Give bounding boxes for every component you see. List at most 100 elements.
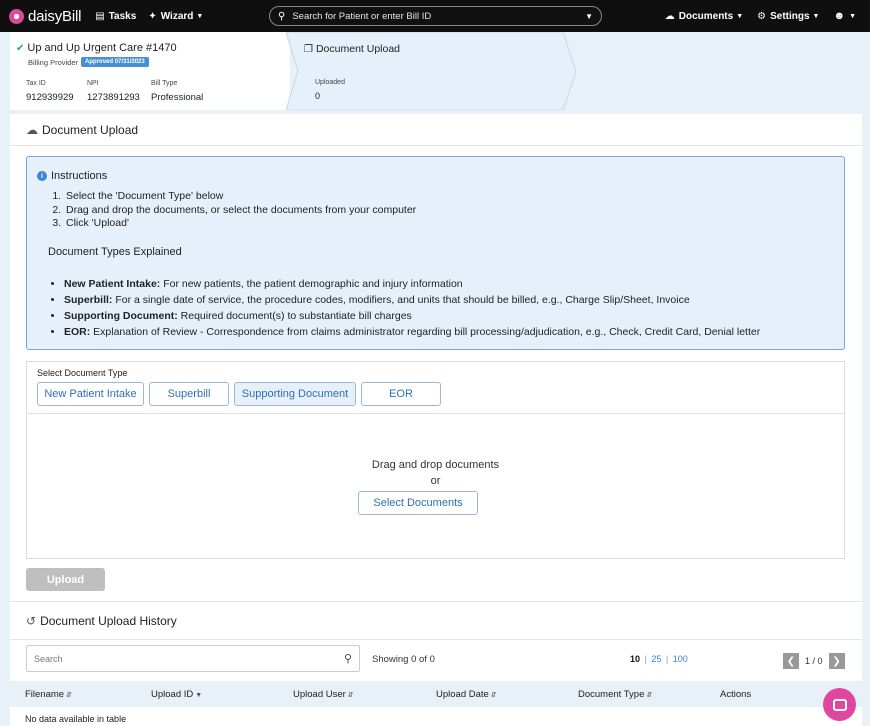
uploaded-value: 0 bbox=[315, 91, 321, 101]
clipboard-icon: ▤ bbox=[95, 10, 105, 22]
documents-label: Documents bbox=[678, 10, 734, 22]
instruction-step: Select the 'Document Type' below bbox=[64, 190, 416, 204]
previous-page-button[interactable]: ❮ bbox=[783, 653, 799, 669]
column-label: Filename bbox=[25, 689, 65, 700]
main-panel: ☁ Document Upload i Instructions Select … bbox=[10, 114, 862, 726]
tax-id-field: Tax ID 912939929 bbox=[26, 80, 74, 103]
history-search[interactable]: ⚲ bbox=[26, 645, 360, 672]
type-name: EOR: bbox=[64, 326, 91, 338]
gear-icon: ⚙ bbox=[757, 10, 767, 22]
step-title: ❐ Document Upload bbox=[304, 43, 400, 55]
column-label: Upload User bbox=[293, 689, 346, 700]
column-header-upload-id[interactable]: Upload ID ▼ bbox=[151, 689, 202, 700]
right-nav: ☁ Documents ▼ ⚙ Settings ▼ ☻ ▼ bbox=[651, 0, 856, 32]
search-icon[interactable]: ⚲ bbox=[344, 652, 352, 665]
type-name: New Patient Intake: bbox=[64, 278, 161, 290]
provider-title[interactable]: ✔ Up and Up Urgent Care #1470 bbox=[16, 42, 177, 54]
page-size-option[interactable]: 25 bbox=[651, 654, 661, 664]
chevron-down-icon[interactable]: ▼ bbox=[585, 12, 593, 21]
column-header-actions: Actions bbox=[720, 689, 751, 700]
search-icon: ⚲ bbox=[278, 10, 286, 22]
page-size-option[interactable]: 10 bbox=[630, 654, 640, 664]
chevron-down-icon: ▼ bbox=[812, 12, 820, 20]
bill-type-field: Bill Type Professional bbox=[151, 80, 203, 103]
cloud-icon: ☁ bbox=[664, 10, 675, 22]
document-type-item: Supporting Document: Required document(s… bbox=[64, 308, 760, 324]
sort-desc-icon: ▼ bbox=[195, 692, 203, 699]
type-desc: Required document(s) to substantiate bil… bbox=[177, 310, 412, 322]
next-page-button[interactable]: ❯ bbox=[828, 653, 845, 669]
npi-label: NPI bbox=[87, 80, 99, 87]
user-menu[interactable]: ☻ ▼ bbox=[833, 10, 856, 22]
column-header-upload-user[interactable]: Upload User ⇵ bbox=[293, 689, 354, 700]
document-types-list: New Patient Intake: For new patients, th… bbox=[64, 276, 760, 340]
page-size-selector: 10 | 25 | 100 bbox=[630, 654, 688, 664]
chat-bubble-icon bbox=[832, 698, 847, 711]
history-section-title: ↺ Document Upload History bbox=[26, 614, 177, 628]
user-avatar-icon: ☻ bbox=[833, 10, 846, 22]
document-type-item: EOR: Explanation of Review - Corresponde… bbox=[64, 324, 760, 340]
chevron-down-icon: ▼ bbox=[736, 12, 744, 20]
cloud-upload-icon: ☁ bbox=[26, 123, 38, 137]
document-type-item: New Patient Intake: For new patients, th… bbox=[64, 276, 760, 292]
showing-count: Showing 0 of 0 bbox=[372, 654, 435, 665]
history-icon: ↺ bbox=[26, 614, 37, 628]
superbill-button[interactable]: Superbill bbox=[149, 382, 229, 406]
pagination: ❮ 1 / 0 ❯ bbox=[783, 653, 845, 669]
tax-id-value: 912939929 bbox=[26, 92, 74, 103]
type-desc: For new patients, the patient demographi… bbox=[160, 278, 463, 290]
documents-icon: ❐ bbox=[304, 43, 313, 55]
provider-role-row: Billing Provider Approved 07/31/2023 bbox=[28, 57, 149, 67]
drop-zone[interactable]: Drag and drop documents or Select Docume… bbox=[27, 413, 844, 558]
new-patient-intake-button[interactable]: New Patient Intake bbox=[37, 382, 144, 406]
instructions-title: Instructions bbox=[51, 170, 108, 182]
section-divider bbox=[10, 601, 862, 602]
provider-role: Billing Provider bbox=[28, 57, 79, 67]
column-header-upload-date[interactable]: Upload Date ⇵ bbox=[436, 689, 497, 700]
instruction-step: Click 'Upload' bbox=[64, 217, 416, 231]
page-size-option[interactable]: 100 bbox=[673, 654, 688, 664]
instruction-step: Drag and drop the documents, or select t… bbox=[64, 204, 416, 218]
supporting-document-button[interactable]: Supporting Document bbox=[234, 382, 356, 406]
column-label: Document Type bbox=[578, 689, 645, 700]
eor-button[interactable]: EOR bbox=[361, 382, 441, 406]
upload-button[interactable]: Upload bbox=[26, 568, 105, 591]
type-desc: For a single date of service, the proced… bbox=[112, 294, 690, 306]
select-documents-button[interactable]: Select Documents bbox=[358, 491, 478, 515]
provider-name: Up and Up Urgent Care #1470 bbox=[27, 42, 177, 54]
document-type-panel: Select Document Type New Patient Intake … bbox=[26, 361, 845, 559]
documents-nav[interactable]: ☁ Documents ▼ bbox=[665, 11, 743, 22]
document-types-heading: Document Types Explained bbox=[48, 246, 182, 258]
step-title-text: Document Upload bbox=[315, 43, 401, 55]
sort-icon: ⇵ bbox=[66, 692, 72, 699]
column-header-document-type[interactable]: Document Type ⇵ bbox=[578, 689, 652, 700]
bill-type-value: Professional bbox=[151, 92, 204, 103]
instructions-heading: i Instructions bbox=[37, 170, 107, 182]
wizard-nav[interactable]: ✦ Wizard ▼ bbox=[148, 11, 203, 22]
document-type-item: Superbill: For a single date of service,… bbox=[64, 292, 760, 308]
settings-label: Settings bbox=[770, 10, 810, 22]
upload-section-title: ☁ Document Upload bbox=[26, 123, 138, 137]
history-search-input[interactable] bbox=[34, 653, 344, 664]
section-divider bbox=[10, 145, 862, 146]
column-header-filename[interactable]: Filename ⇵ bbox=[25, 689, 72, 700]
chat-launcher-button[interactable] bbox=[823, 688, 856, 721]
global-search-input[interactable] bbox=[292, 10, 586, 22]
global-search[interactable]: ⚲ ▼ bbox=[269, 6, 602, 26]
instructions-box: i Instructions Select the 'Document Type… bbox=[26, 156, 845, 350]
check-circle-icon: ✔ bbox=[16, 42, 25, 54]
column-label: Upload ID bbox=[151, 689, 194, 700]
daisy-logo-icon bbox=[9, 8, 24, 24]
tasks-label: Tasks bbox=[108, 10, 137, 22]
instruction-steps: Select the 'Document Type' below Drag an… bbox=[64, 190, 416, 231]
bill-type-label: Bill Type bbox=[151, 80, 178, 87]
column-label: Upload Date bbox=[436, 689, 489, 700]
tasks-nav[interactable]: ▤ Tasks bbox=[95, 11, 136, 22]
wizard-label: Wizard bbox=[160, 10, 194, 22]
column-label: Actions bbox=[720, 689, 752, 700]
daisybill-logo[interactable]: daisyBill bbox=[9, 8, 81, 25]
settings-nav[interactable]: ⚙ Settings ▼ bbox=[757, 11, 819, 22]
type-name: Supporting Document: bbox=[64, 310, 178, 322]
select-type-label: Select Document Type bbox=[37, 368, 128, 378]
empty-table-message: No data available in table bbox=[25, 714, 127, 724]
